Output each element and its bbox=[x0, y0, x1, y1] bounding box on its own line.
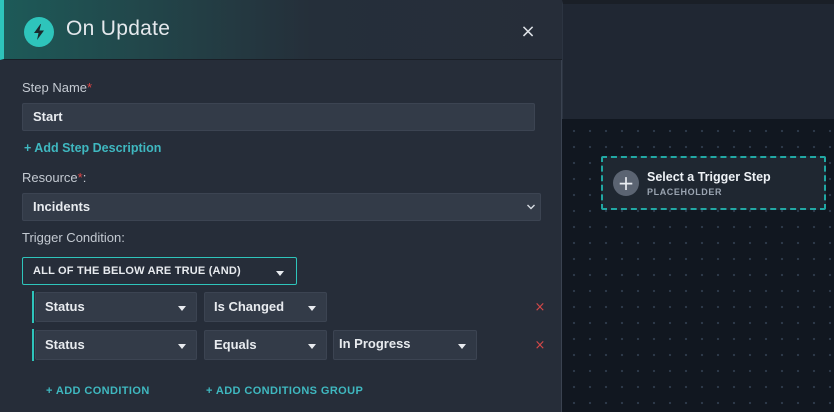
close-icon[interactable]: × bbox=[518, 22, 538, 42]
condition-operator-value: Is Changed bbox=[214, 299, 285, 314]
condition-value-text: In Progress bbox=[339, 336, 411, 351]
panel-title: On Update bbox=[66, 17, 171, 40]
select-trigger-step-card[interactable]: + Select a Trigger Step PLACEHOLDER bbox=[601, 156, 826, 210]
resource-select[interactable]: Incidents bbox=[22, 193, 541, 221]
resource-select-value: Incidents bbox=[33, 199, 91, 214]
trigger-card-subtitle: PLACEHOLDER bbox=[647, 186, 723, 197]
add-step-description-link[interactable]: + Add Step Description bbox=[24, 141, 161, 155]
condition-indent-bar bbox=[32, 291, 34, 323]
resource-label-text: Resource bbox=[22, 170, 78, 185]
condition-indent-bar bbox=[32, 329, 34, 361]
condition-field-select[interactable]: Status bbox=[35, 292, 197, 322]
lightning-icon bbox=[24, 17, 54, 47]
condition-value-select[interactable]: In Progress bbox=[333, 330, 477, 360]
condition-operator-value: Equals bbox=[214, 337, 257, 352]
resource-label-colon: : bbox=[82, 170, 87, 185]
step-name-input[interactable]: Start bbox=[22, 103, 535, 131]
required-asterisk: * bbox=[87, 80, 93, 95]
condition-operator-select[interactable]: Equals bbox=[204, 330, 327, 360]
add-conditions-group-button[interactable]: + ADD CONDITIONS GROUP bbox=[206, 385, 363, 397]
condition-group-select[interactable]: ALL OF THE BELOW ARE TRUE (AND) bbox=[22, 257, 297, 285]
condition-operator-select[interactable]: Is Changed bbox=[204, 292, 327, 322]
add-condition-button[interactable]: + ADD CONDITION bbox=[46, 385, 150, 397]
step-name-label-text: Step Name bbox=[22, 80, 88, 95]
condition-field-value: Status bbox=[45, 299, 85, 314]
resource-label: Resource*: bbox=[22, 170, 86, 185]
canvas-header-area bbox=[562, 0, 834, 119]
caret-down-icon bbox=[308, 306, 316, 311]
caret-down-icon bbox=[178, 306, 186, 311]
chevron-down-icon bbox=[526, 194, 536, 230]
remove-condition-icon[interactable]: × bbox=[533, 301, 547, 315]
plus-circle-icon[interactable]: + bbox=[613, 170, 639, 196]
remove-condition-icon[interactable]: × bbox=[533, 339, 547, 353]
trigger-card-title: Select a Trigger Step bbox=[647, 169, 771, 184]
condition-group-value: ALL OF THE BELOW ARE TRUE (AND) bbox=[33, 265, 241, 277]
panel-header: On Update × bbox=[0, 0, 562, 60]
trigger-condition-label: Trigger Condition: bbox=[22, 230, 125, 245]
step-name-label: Step Name* bbox=[22, 80, 92, 95]
caret-down-icon bbox=[308, 344, 316, 349]
condition-field-value: Status bbox=[45, 337, 85, 352]
caret-down-icon bbox=[178, 344, 186, 349]
condition-field-select[interactable]: Status bbox=[35, 330, 197, 360]
caret-down-icon bbox=[276, 271, 284, 276]
step-config-panel: On Update × Step Name* Start + Add Step … bbox=[0, 0, 562, 412]
caret-down-icon bbox=[458, 344, 466, 349]
